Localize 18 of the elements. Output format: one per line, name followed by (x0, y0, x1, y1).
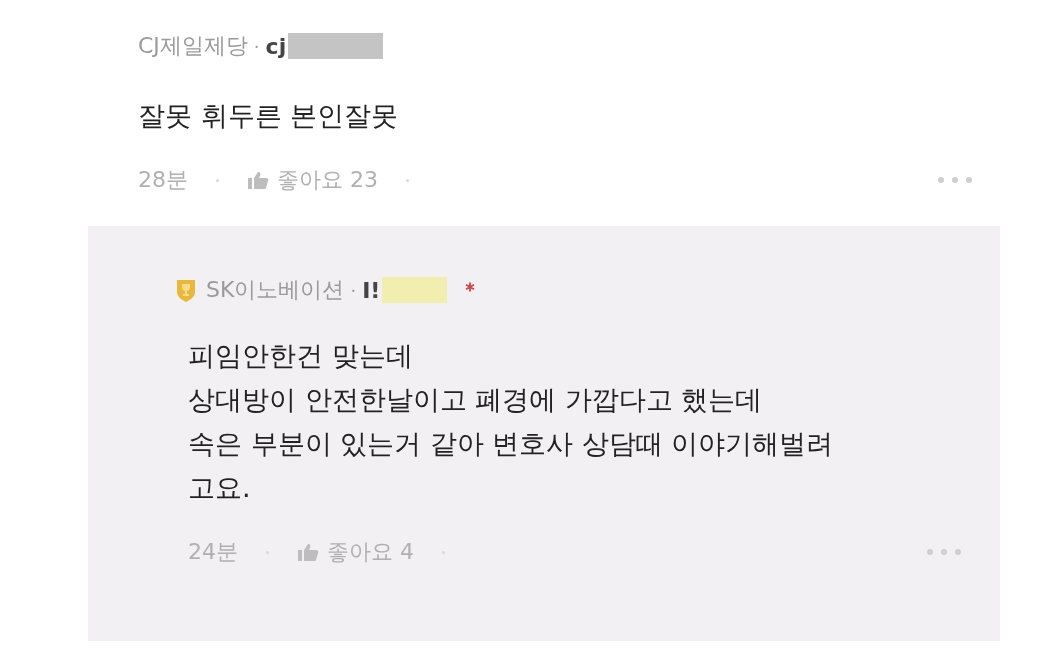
more-icon[interactable] (926, 548, 962, 556)
timestamp: 28분 (138, 166, 188, 194)
like-button[interactable]: 좋아요 4 (297, 537, 414, 567)
thumbs-up-icon (247, 171, 269, 189)
thumbs-up-icon (297, 543, 319, 561)
user-handle: I! (362, 277, 381, 303)
comment-text: 잘못 휘두른 본인잘못 (138, 99, 400, 133)
dot-separator-icon (406, 178, 409, 182)
separator-text: · (350, 279, 357, 301)
timestamp: 24분 (188, 538, 238, 566)
more-icon[interactable] (937, 176, 973, 184)
separator-text: · (253, 35, 260, 57)
user-handle: cj (265, 33, 287, 59)
like-button[interactable]: 좋아요 23 (247, 165, 378, 195)
company-name: CJ제일제당 (138, 32, 248, 60)
company-name: SK이노베이션 (206, 276, 345, 304)
dot-separator-icon (216, 178, 219, 182)
comment-text: 피임안한건 맞는데 상대방이 안전한날이고 폐경에 가깝다고 했는데 속은 부분이 있는거 같아 변호사 상담때 이야기해벌려 고요. (188, 339, 835, 505)
